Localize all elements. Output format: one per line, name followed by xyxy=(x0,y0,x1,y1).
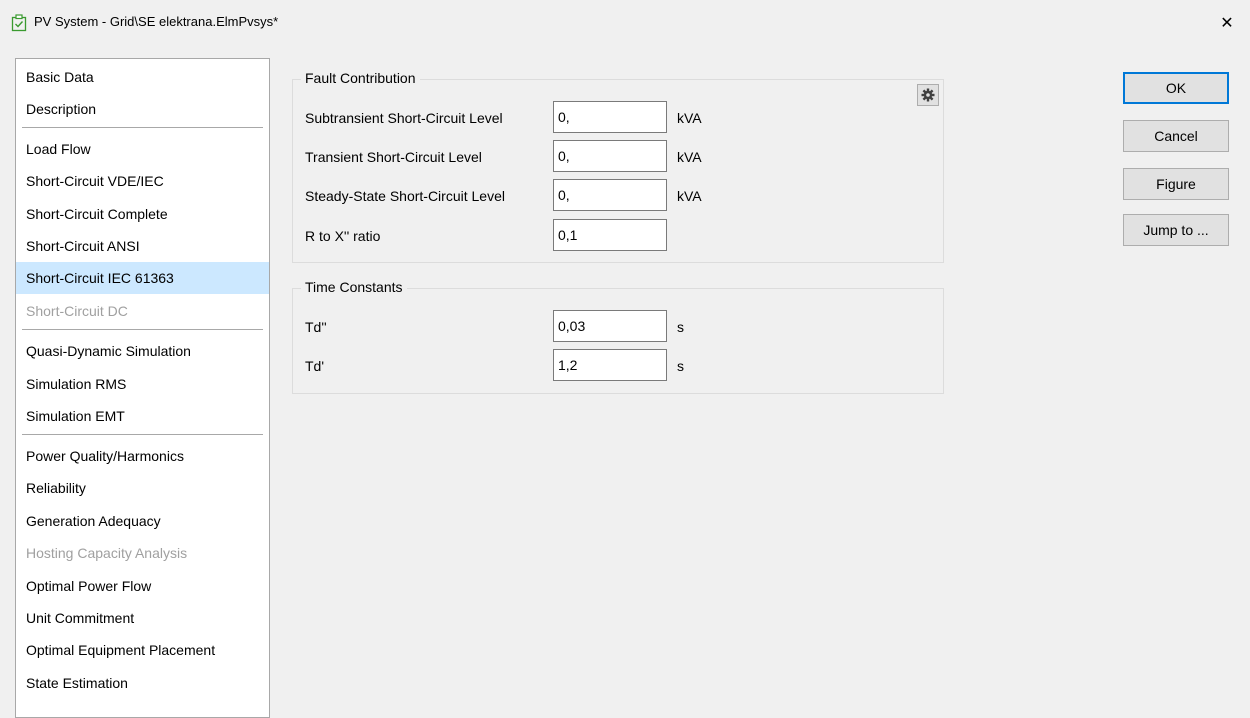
subtransient-sc-level-unit: kVA xyxy=(677,110,702,126)
close-icon: ✕ xyxy=(1220,15,1234,32)
sidebar-item-power-quality-harmonics[interactable]: Power Quality/Harmonics xyxy=(16,440,269,472)
sidebar-separator xyxy=(22,434,263,435)
settings-button[interactable] xyxy=(917,84,939,106)
fault-contribution-title: Fault Contribution xyxy=(301,70,420,86)
window-title: PV System - Grid\SE elektrana.ElmPvsys* xyxy=(34,14,279,29)
sidebar-item-simulation-emt[interactable]: Simulation EMT xyxy=(16,400,269,432)
sidebar-item-unit-commitment[interactable]: Unit Commitment xyxy=(16,602,269,634)
td-transient-unit: s xyxy=(677,358,684,374)
pv-system-icon xyxy=(11,14,27,32)
sidebar-item-quasi-dynamic-simulation[interactable]: Quasi-Dynamic Simulation xyxy=(16,335,269,367)
td-subtransient-input[interactable] xyxy=(553,310,667,342)
sidebar-item-generation-adequacy[interactable]: Generation Adequacy xyxy=(16,505,269,537)
sidebar-separator xyxy=(22,127,263,128)
cancel-button[interactable]: Cancel xyxy=(1123,120,1229,152)
title-bar: PV System - Grid\SE elektrana.ElmPvsys* … xyxy=(0,0,1250,48)
sidebar-item-load-flow[interactable]: Load Flow xyxy=(16,133,269,165)
steady-state-sc-level-input[interactable] xyxy=(553,179,667,211)
sidebar-item-short-circuit-vde-iec[interactable]: Short-Circuit VDE/IEC xyxy=(16,165,269,197)
fault-contribution-group: Fault Contribution Subtransient Short-Ci… xyxy=(292,70,944,263)
jump-to-button[interactable]: Jump to ... xyxy=(1123,214,1229,246)
sidebar-item-reliability[interactable]: Reliability xyxy=(16,472,269,504)
sidebar-item-short-circuit-ansi[interactable]: Short-Circuit ANSI xyxy=(16,230,269,262)
r-to-x-ratio-label: R to X'' ratio xyxy=(305,228,381,244)
ok-button[interactable]: OK xyxy=(1123,72,1229,104)
steady-state-sc-level-unit: kVA xyxy=(677,188,702,204)
sidebar-item-description[interactable]: Description xyxy=(16,93,269,125)
r-to-x-ratio-input[interactable] xyxy=(553,219,667,251)
steady-state-sc-level-label: Steady-State Short-Circuit Level xyxy=(305,188,505,204)
close-button[interactable]: ✕ xyxy=(1204,0,1250,46)
sidebar-item-hosting-capacity-analysis[interactable]: Hosting Capacity Analysis xyxy=(16,537,269,569)
time-constants-group: Time Constants Td'' s Td' s xyxy=(292,279,944,394)
sidebar-separator xyxy=(22,329,263,330)
figure-button[interactable]: Figure xyxy=(1123,168,1229,200)
transient-sc-level-label: Transient Short-Circuit Level xyxy=(305,149,482,165)
transient-sc-level-unit: kVA xyxy=(677,149,702,165)
td-subtransient-unit: s xyxy=(677,319,684,335)
sidebar-item-optimal-power-flow[interactable]: Optimal Power Flow xyxy=(16,570,269,602)
sidebar-item-simulation-rms[interactable]: Simulation RMS xyxy=(16,368,269,400)
sidebar-item-optimal-equipment-placement[interactable]: Optimal Equipment Placement xyxy=(16,634,269,666)
page-list: Basic Data Description Load Flow Short-C… xyxy=(15,58,270,718)
sidebar-item-short-circuit-iec-61363[interactable]: Short-Circuit IEC 61363 xyxy=(16,262,269,294)
time-constants-title: Time Constants xyxy=(301,279,407,295)
transient-sc-level-input[interactable] xyxy=(553,140,667,172)
sidebar-item-state-estimation[interactable]: State Estimation xyxy=(16,667,269,699)
subtransient-sc-level-label: Subtransient Short-Circuit Level xyxy=(305,110,503,126)
gear-icon xyxy=(921,88,935,102)
td-transient-label: Td' xyxy=(305,358,325,374)
sidebar-item-basic-data[interactable]: Basic Data xyxy=(16,61,269,93)
td-subtransient-label: Td'' xyxy=(305,319,327,335)
td-transient-input[interactable] xyxy=(553,349,667,381)
sidebar-item-short-circuit-complete[interactable]: Short-Circuit Complete xyxy=(16,198,269,230)
sidebar-item-short-circuit-dc[interactable]: Short-Circuit DC xyxy=(16,295,269,327)
subtransient-sc-level-input[interactable] xyxy=(553,101,667,133)
